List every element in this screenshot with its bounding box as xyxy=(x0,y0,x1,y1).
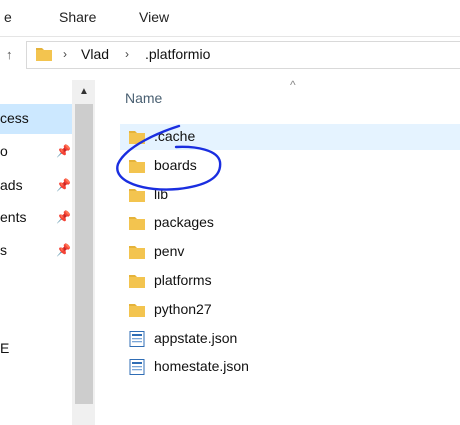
pin-icon: 📌 xyxy=(56,144,71,158)
folder-row[interactable]: .cache xyxy=(120,124,460,150)
pin-icon: 📌 xyxy=(56,178,71,192)
folder-row[interactable]: python27 xyxy=(120,297,460,323)
breadcrumb-platformio[interactable]: .platformio xyxy=(145,46,210,62)
folder-icon xyxy=(129,131,145,144)
file-name: penv xyxy=(154,243,185,259)
file-name: appstate.json xyxy=(154,330,238,346)
nav-item-documents[interactable]: ents xyxy=(0,209,26,225)
breadcrumb-vlad[interactable]: Vlad xyxy=(81,46,109,62)
file-name: .cache xyxy=(154,128,196,144)
nav-item-desktop[interactable]: o xyxy=(0,143,8,159)
file-name: boards xyxy=(154,157,197,173)
ribbon-tab-home[interactable]: e xyxy=(4,9,12,25)
file-row[interactable]: homestate.json xyxy=(120,354,460,380)
file-name: platforms xyxy=(154,272,212,288)
nav-item-downloads[interactable]: ads xyxy=(0,177,23,193)
folder-icon xyxy=(129,246,145,259)
folder-row[interactable]: platforms xyxy=(120,268,460,294)
folder-icon xyxy=(129,275,145,288)
folder-row[interactable]: packages xyxy=(120,210,460,236)
nav-item-pictures[interactable]: s xyxy=(0,242,7,258)
file-name: packages xyxy=(154,214,214,230)
folder-icon xyxy=(129,189,145,202)
file-name: python27 xyxy=(154,301,212,317)
breadcrumb-separator-icon[interactable]: › xyxy=(125,47,129,61)
pin-icon: 📌 xyxy=(56,210,71,224)
scroll-up-icon[interactable]: ▲ xyxy=(79,86,89,97)
ribbon-tab-share[interactable]: Share xyxy=(59,9,96,25)
folder-icon xyxy=(129,160,145,173)
pin-icon: 📌 xyxy=(56,243,71,257)
file-name: lib xyxy=(154,186,169,202)
ribbon-divider xyxy=(0,36,460,37)
nav-item-quick-access[interactable]: cess xyxy=(0,110,29,126)
folder-row[interactable]: penv xyxy=(120,239,460,265)
folder-icon xyxy=(36,48,52,61)
folder-icon xyxy=(129,217,145,230)
ribbon-tab-view[interactable]: View xyxy=(139,9,169,25)
up-arrow-icon[interactable]: ↑ xyxy=(6,47,13,62)
nav-scrollbar-thumb[interactable] xyxy=(75,104,93,404)
file-name: homestate.json xyxy=(154,358,249,374)
nav-item-this-pc[interactable]: E xyxy=(0,340,9,356)
folder-icon xyxy=(129,304,145,317)
file-row[interactable]: appstate.json xyxy=(120,326,460,352)
json-file-icon xyxy=(129,331,145,347)
json-file-icon xyxy=(129,359,145,375)
folder-row[interactable]: lib xyxy=(120,182,460,208)
column-header-name[interactable]: Name xyxy=(125,90,162,106)
folder-row[interactable]: boards xyxy=(120,153,460,179)
breadcrumb-separator-icon[interactable]: › xyxy=(63,47,67,61)
sort-ascending-icon: ^ xyxy=(290,78,296,92)
